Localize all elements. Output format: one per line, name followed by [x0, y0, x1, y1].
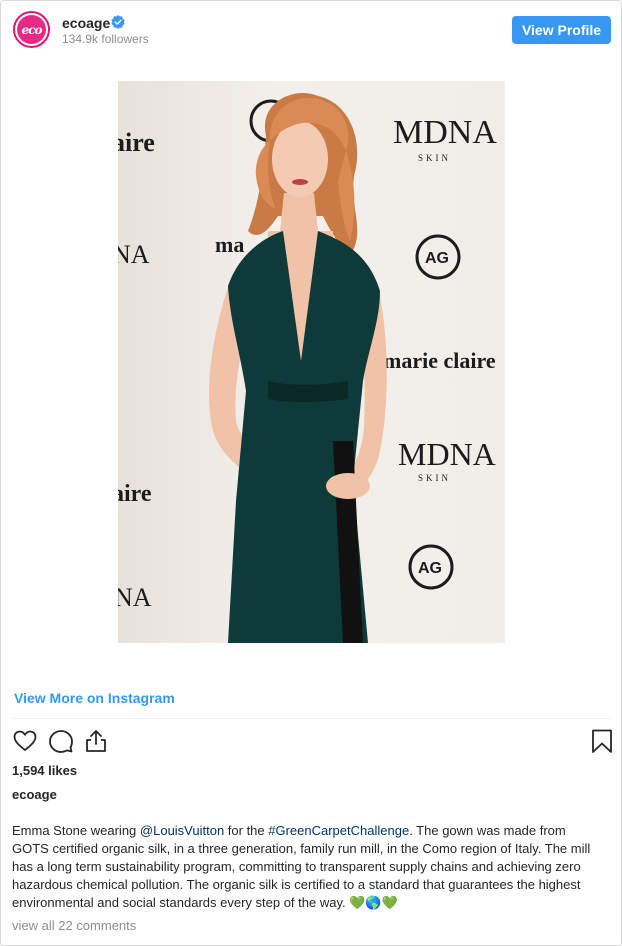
post-caption: Emma Stone wearing @LouisVuitton for the…: [12, 822, 602, 913]
backdrop-logo: NA: [118, 240, 150, 269]
mention-link[interactable]: @LouisVuitton: [140, 823, 224, 838]
post-photo[interactable]: aire MDNA SKIN ma NA marie claire MDNA S…: [118, 81, 505, 643]
emoji: 💚🌎💚: [349, 896, 398, 911]
backdrop-logo: ma: [215, 232, 244, 257]
follower-count: 134.9k followers: [62, 32, 149, 46]
red-carpet-photo: aire MDNA SKIN ma NA marie claire MDNA S…: [118, 92, 497, 643]
view-profile-button[interactable]: View Profile: [512, 16, 611, 44]
backdrop-logo: marie claire: [383, 348, 496, 373]
avatar-logo: eco: [17, 15, 46, 44]
backdrop-logo: aire: [118, 481, 152, 507]
backdrop-logo: MDNA: [393, 114, 497, 151]
backdrop-logo: SKIN: [418, 153, 451, 163]
avatar[interactable]: eco: [13, 11, 50, 48]
view-comments-link[interactable]: view all 22 comments: [12, 918, 136, 933]
caption-text: Emma Stone wearing: [12, 823, 140, 838]
instagram-embed: eco ecoage 134.9k followers View Profile…: [0, 0, 622, 946]
comment-icon[interactable]: [48, 728, 74, 754]
like-count[interactable]: 1,594 likes: [12, 763, 77, 778]
username[interactable]: ecoage: [62, 15, 110, 31]
verified-badge-icon: [111, 15, 125, 29]
bookmark-icon[interactable]: [589, 728, 615, 754]
backdrop-logo: aire: [118, 128, 155, 157]
photo-container[interactable]: aire MDNA SKIN ma NA marie claire MDNA S…: [1, 59, 621, 676]
post-header: eco ecoage 134.9k followers View Profile: [1, 1, 621, 59]
backdrop-logo: SKIN: [418, 473, 451, 483]
backdrop-logo: MDNA: [398, 436, 496, 472]
svg-text:AG: AG: [425, 250, 449, 267]
caption-text: for the: [224, 823, 269, 838]
svg-text:AG: AG: [418, 560, 442, 577]
hashtag-link[interactable]: #GreenCarpetChallenge: [268, 823, 409, 838]
heart-icon[interactable]: [12, 728, 38, 754]
divider: [13, 718, 610, 719]
share-icon[interactable]: [83, 728, 109, 754]
view-more-link[interactable]: View More on Instagram: [14, 690, 175, 706]
caption-username[interactable]: ecoage: [12, 787, 57, 802]
backdrop-logo: NA: [118, 583, 152, 612]
